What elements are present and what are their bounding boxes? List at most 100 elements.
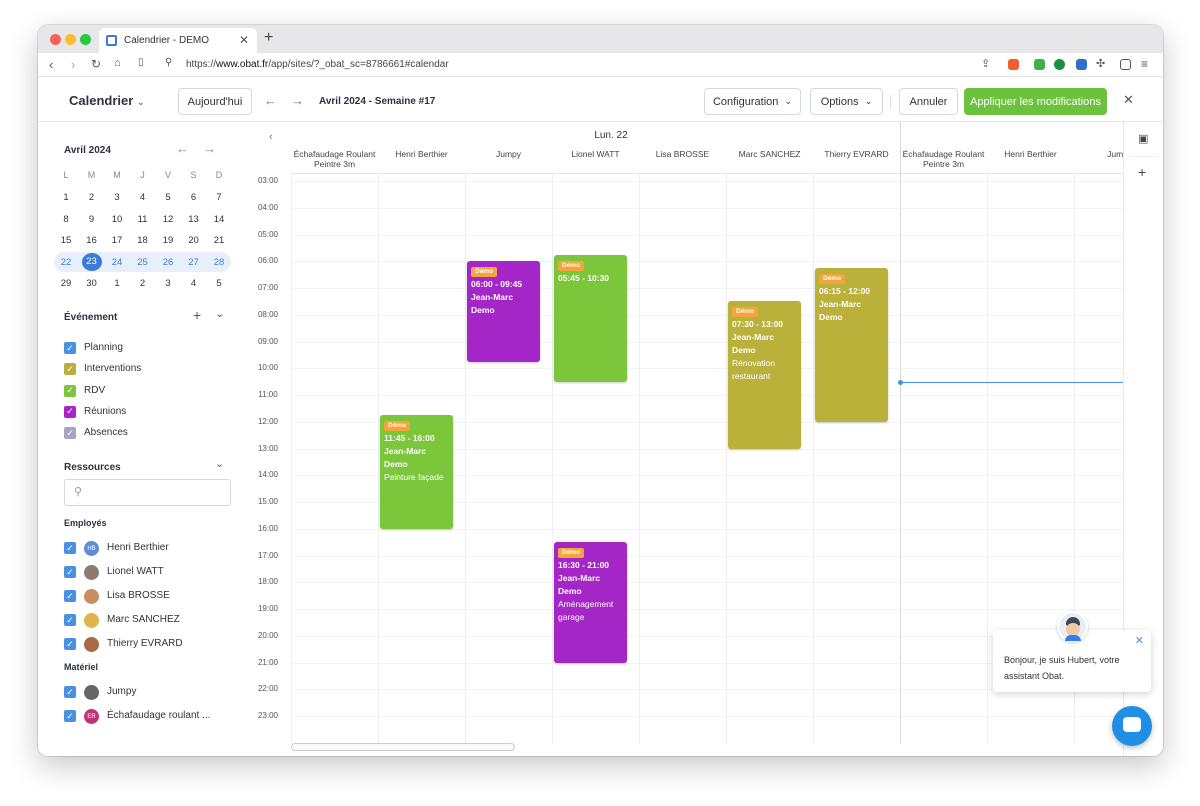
chevron-down-icon[interactable]: ⌄ <box>215 457 224 470</box>
mini-day[interactable]: 19 <box>158 235 178 246</box>
mini-day[interactable]: 13 <box>184 214 204 225</box>
mini-day[interactable]: 17 <box>107 235 127 246</box>
employee-name[interactable]: Marc SANCHEZ <box>107 614 180 625</box>
close-icon[interactable]: ✕ <box>1123 92 1134 108</box>
mini-day[interactable]: 26 <box>158 257 178 268</box>
mini-day-today[interactable]: 23 <box>81 252 102 271</box>
forward-icon[interactable]: › <box>71 57 75 72</box>
today-button[interactable]: Aujourd'hui <box>178 88 252 115</box>
collapse-sidebar-icon[interactable]: ‹ <box>269 131 273 143</box>
mini-day[interactable]: 16 <box>82 235 102 246</box>
mini-day[interactable]: 27 <box>184 257 204 268</box>
options-dropdown[interactable]: Options ⌄ <box>810 88 883 115</box>
mini-next-month-icon[interactable]: → <box>203 141 216 156</box>
mini-day[interactable]: 15 <box>56 235 76 246</box>
equipment-name[interactable]: Jumpy <box>107 686 136 697</box>
close-icon[interactable]: ✕ <box>1135 633 1144 649</box>
equipment-checkbox[interactable]: ✓ <box>64 710 76 722</box>
mini-day[interactable]: 21 <box>209 235 229 246</box>
mini-day[interactable]: 2 <box>82 192 102 203</box>
mini-day[interactable]: 9 <box>82 214 102 225</box>
mini-day[interactable]: 4 <box>133 192 153 203</box>
resources-search-input[interactable]: ⚲ <box>64 479 231 506</box>
mini-day[interactable]: 28 <box>209 257 229 268</box>
mini-day[interactable]: 18 <box>133 235 153 246</box>
add-icon[interactable]: + <box>1138 164 1146 180</box>
new-tab-icon[interactable]: + <box>264 29 273 47</box>
mini-day[interactable]: 2 <box>133 278 153 289</box>
event-filter-label[interactable]: Absences <box>84 427 128 438</box>
extension-green-icon[interactable] <box>1034 59 1045 70</box>
calendar-event[interactable]: Démo 06:15 - 12:00 Jean-Marc Demo <box>815 267 888 422</box>
equipment-name[interactable]: Échafaudage roulant ... <box>107 710 210 721</box>
event-filter-checkbox[interactable]: ✓ <box>64 363 76 376</box>
mini-day[interactable]: 6 <box>184 192 204 203</box>
maximize-window-button[interactable] <box>80 34 91 45</box>
mini-day[interactable]: 12 <box>158 214 178 225</box>
mini-day[interactable]: 29 <box>56 278 76 289</box>
mini-prev-month-icon[interactable]: ← <box>176 141 189 156</box>
mini-day[interactable]: 1 <box>107 278 127 289</box>
calendar-event[interactable]: Démo 06:00 - 09:45 Jean-Marc Demo <box>467 261 540 362</box>
mini-day[interactable]: 25 <box>133 257 153 268</box>
employee-checkbox[interactable]: ✓ <box>64 590 76 602</box>
mini-day[interactable]: 5 <box>209 278 229 289</box>
event-filter-label[interactable]: Planning <box>84 342 123 353</box>
employee-checkbox[interactable]: ✓ <box>64 566 76 578</box>
employee-name[interactable]: Henri Berthier <box>107 542 169 553</box>
calendar-event[interactable]: Démo 07:30 - 13:00 Jean-Marc Demo Rénovatio… <box>728 301 801 449</box>
event-filter-checkbox[interactable]: ✓ <box>64 405 76 418</box>
employee-checkbox[interactable]: ✓ <box>64 638 76 650</box>
mini-day[interactable]: 30 <box>82 278 102 289</box>
mini-day[interactable]: 7 <box>209 192 229 203</box>
apply-changes-button[interactable]: Appliquer les modifications <box>964 88 1107 115</box>
calendar-title[interactable]: Calendrier ⌄ <box>69 93 144 108</box>
close-window-button[interactable] <box>50 34 61 45</box>
brave-shield-icon[interactable] <box>1008 59 1019 70</box>
mini-day[interactable]: 5 <box>158 192 178 203</box>
extension-s-icon[interactable] <box>1076 59 1087 70</box>
extensions-puzzle-icon[interactable]: ✣ <box>1096 57 1105 70</box>
employee-name[interactable]: Lionel WATT <box>107 566 164 577</box>
add-icon[interactable]: + <box>193 307 201 323</box>
bookmark-icon[interactable]: ▯ <box>138 57 144 68</box>
minimize-window-button[interactable] <box>65 34 76 45</box>
calendar-event[interactable]: Démo 16:30 - 21:00 Jean-Marc Demo Aménageme… <box>554 542 627 663</box>
chevron-down-icon[interactable]: ⌄ <box>215 307 224 320</box>
calendar-settings-icon[interactable]: ▣ <box>1138 132 1148 145</box>
menu-icon[interactable]: ≡ <box>1141 57 1148 71</box>
browser-tab[interactable]: Calendrier - DEMO ✕ <box>99 28 257 53</box>
calendar-event[interactable]: Démo 11:45 - 16:00 Jean-Marc Demo Peinture … <box>380 415 453 529</box>
horizontal-scrollbar[interactable] <box>291 743 515 751</box>
share-icon[interactable]: ⇪ <box>981 57 990 70</box>
mini-day[interactable]: 10 <box>107 214 127 225</box>
mini-day[interactable]: 20 <box>184 235 204 246</box>
cancel-button[interactable]: Annuler <box>899 88 958 115</box>
employee-checkbox[interactable]: ✓ <box>64 614 76 626</box>
extension-k-icon[interactable] <box>1054 59 1065 70</box>
calendar-event[interactable]: Démo 05:45 - 10:30 <box>554 254 627 382</box>
mini-day[interactable]: 1 <box>56 192 76 203</box>
event-filter-label[interactable]: Réunions <box>84 406 126 417</box>
event-filter-label[interactable]: RDV <box>84 385 105 396</box>
home-icon[interactable]: ⌂ <box>114 57 121 69</box>
event-filter-checkbox[interactable]: ✓ <box>64 342 76 354</box>
next-week-arrow-icon[interactable]: → <box>291 93 304 108</box>
reload-icon[interactable]: ↻ <box>91 57 101 71</box>
mini-day[interactable]: 3 <box>107 192 127 203</box>
url-field[interactable]: https://www.obat.fr/app/sites/?_obat_sc=… <box>186 59 449 70</box>
event-filter-label[interactable]: Interventions <box>84 363 141 374</box>
employee-name[interactable]: Thierry EVRARD <box>107 638 183 649</box>
chat-launcher-button[interactable] <box>1112 706 1152 746</box>
employee-checkbox[interactable]: ✓ <box>64 542 76 554</box>
mini-day[interactable]: 24 <box>107 257 127 268</box>
event-filter-checkbox[interactable]: ✓ <box>64 384 76 397</box>
mini-day[interactable]: 11 <box>133 214 153 225</box>
mini-day[interactable]: 3 <box>158 278 178 289</box>
configuration-dropdown[interactable]: Configuration ⌄ <box>704 88 801 115</box>
site-settings-icon[interactable]: ⚲ <box>165 57 172 68</box>
event-filter-checkbox[interactable]: ✓ <box>64 427 76 440</box>
mini-day[interactable]: 4 <box>184 278 204 289</box>
back-icon[interactable]: ‹ <box>49 57 53 72</box>
sidebar-toggle-icon[interactable] <box>1120 59 1131 70</box>
